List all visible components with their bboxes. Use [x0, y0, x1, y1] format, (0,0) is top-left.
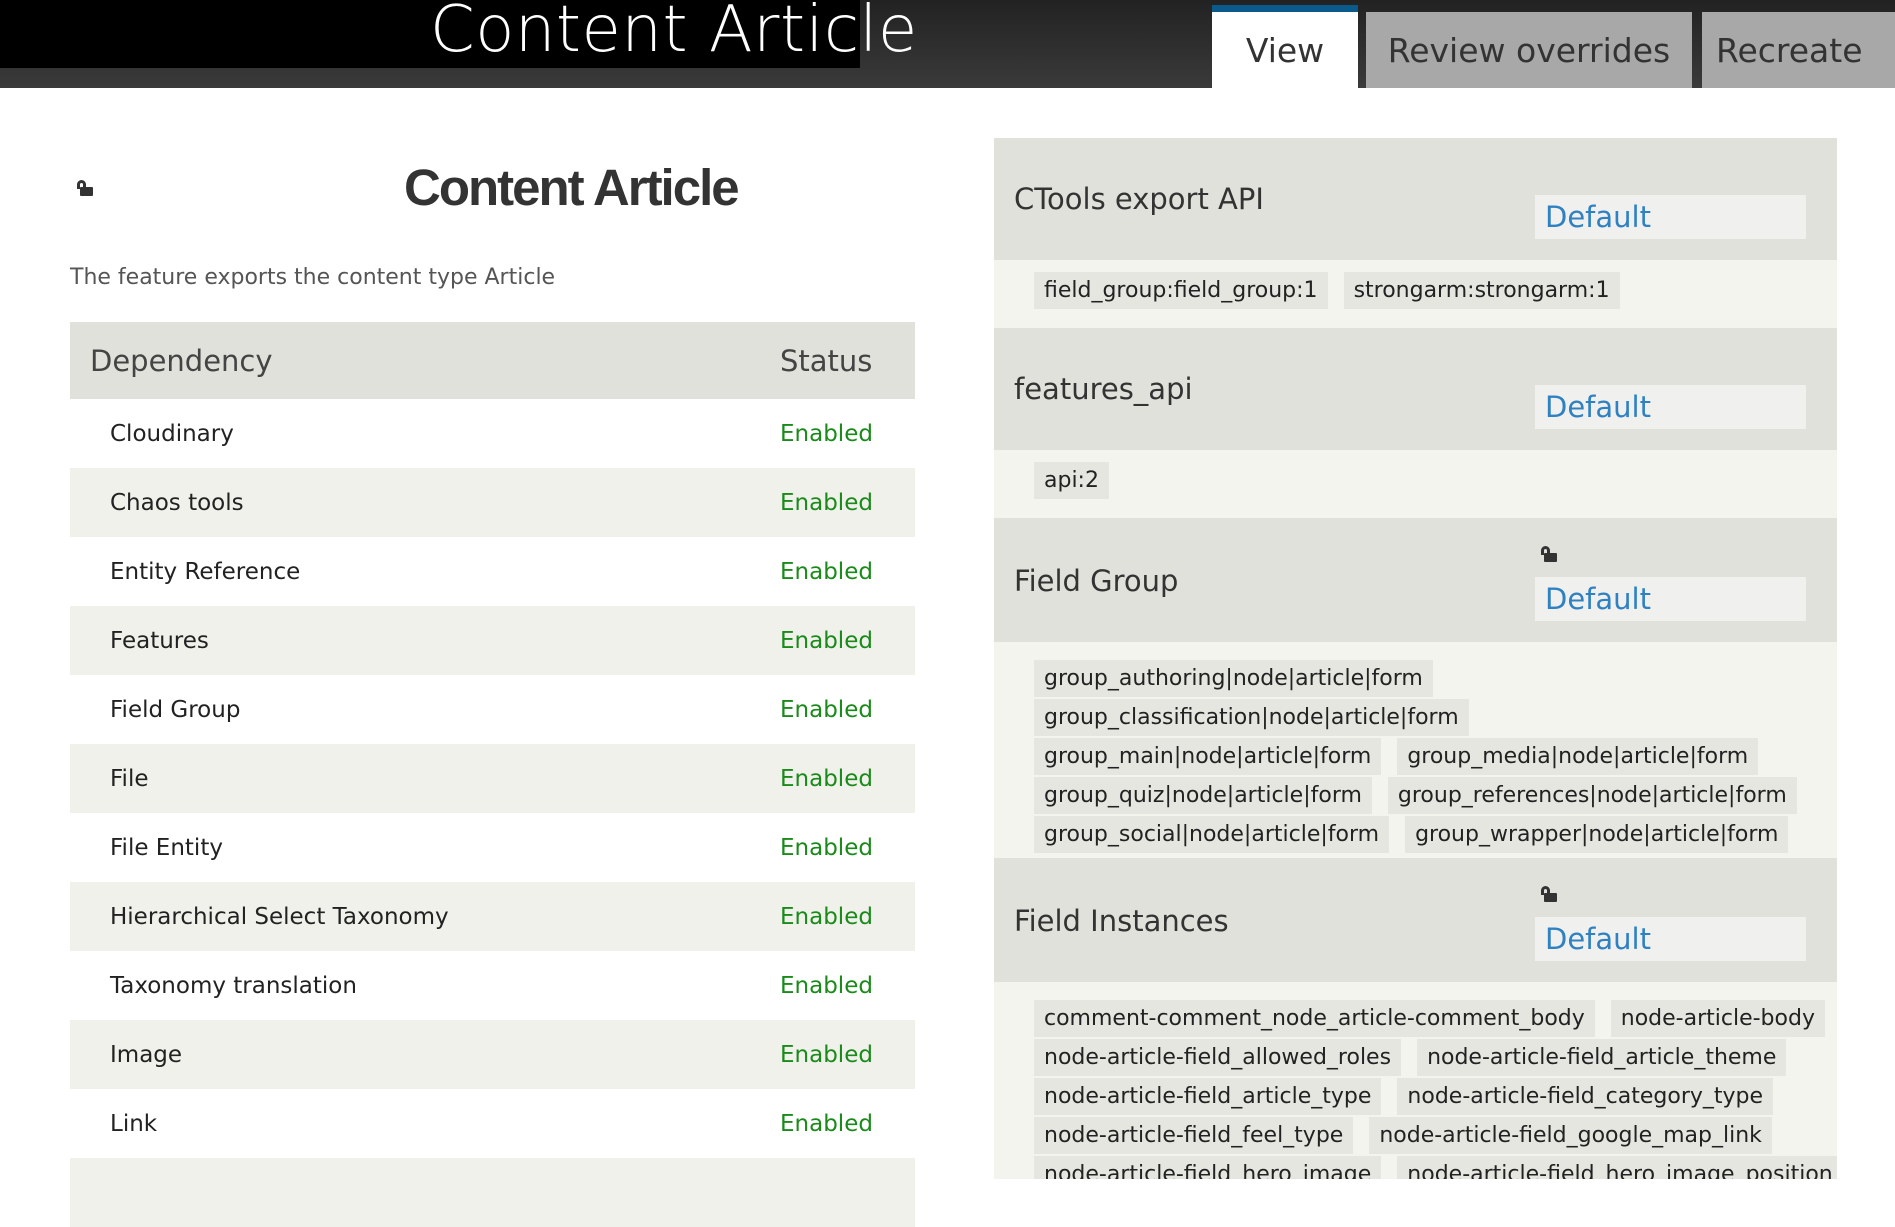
component-items-ctools: field_group:field_group:1 strongarm:stron… — [994, 260, 1837, 328]
component-status-select[interactable]: Default — [1535, 577, 1806, 621]
dependency-name: Taxonomy translation — [110, 972, 357, 999]
component-name: CTools export API — [1014, 182, 1264, 216]
component-item: group_main|node|article|form — [1034, 738, 1382, 775]
table-row: Cloudinary Enabled — [70, 399, 915, 468]
component-status-select[interactable]: Default — [1535, 917, 1806, 961]
table-row: File Entity Enabled — [70, 813, 915, 882]
dependency-table: Dependency Status Cloudinary Enabled Chao… — [70, 322, 915, 1227]
component-header-ctools: CTools export API Default — [994, 138, 1837, 260]
table-row: File Enabled — [70, 744, 915, 813]
table-row — [70, 1158, 915, 1227]
component-item: node-article-field_hero_image — [1034, 1156, 1382, 1179]
dependency-name: File — [70, 744, 780, 813]
tab-review-overrides[interactable]: Review overrides — [1366, 12, 1692, 88]
component-header-features-api: features_api Default — [994, 328, 1837, 450]
component-header-field-group: Field Group Default — [994, 518, 1837, 642]
component-name: Field Instances — [1014, 904, 1229, 938]
dependency-status: Enabled — [780, 696, 873, 723]
dependency-name: Entity Reference — [110, 558, 301, 585]
component-item: node-article-field_google_map_link — [1369, 1117, 1772, 1154]
dependency-name: Image — [70, 1020, 780, 1089]
component-item: strongarm:strongarm:1 — [1343, 272, 1620, 309]
dependency-status: Enabled — [780, 420, 873, 447]
dependency-status: Enabled — [780, 972, 873, 999]
dependency-name: Features — [70, 606, 780, 675]
dependency-name: File Entity — [110, 834, 223, 861]
lock-icon[interactable] — [77, 180, 95, 196]
component-status-select[interactable]: Default — [1535, 385, 1806, 429]
component-name: Field Group — [1014, 564, 1179, 598]
table-row: Field Group Enabled — [70, 675, 915, 744]
component-item: node-article-field_category_type — [1397, 1078, 1774, 1115]
component-item: node-article-field_article_type — [1034, 1078, 1382, 1115]
component-item: node-article-field_feel_type — [1034, 1117, 1354, 1154]
component-item: api:2 — [1034, 462, 1109, 499]
dependency-name: Cloudinary — [110, 420, 234, 447]
lock-icon[interactable] — [1541, 546, 1559, 562]
dependency-name: Hierarchical Select Taxonomy — [70, 882, 780, 951]
site-title: Content Article — [430, 0, 918, 67]
dependency-name: Link — [110, 1110, 158, 1137]
component-item: field_group:field_group:1 — [1034, 272, 1328, 309]
component-name: features_api — [1014, 372, 1193, 406]
table-row: Image Enabled — [70, 1020, 915, 1089]
component-item: node-article-field_allowed_roles — [1034, 1039, 1402, 1076]
component-status-select[interactable]: Default — [1535, 195, 1806, 239]
dependency-status: Enabled — [780, 834, 873, 861]
component-items-features-api: api:2 — [994, 450, 1837, 518]
component-items-field-instances: comment-comment_node_article-comment_bod… — [994, 982, 1837, 1179]
component-items-field-group: group_authoring|node|article|form group_… — [994, 642, 1837, 858]
page-title: Content Article — [404, 159, 740, 216]
component-header-field-instances: Field Instances Default — [994, 858, 1837, 982]
table-row: Chaos tools Enabled — [70, 468, 915, 537]
component-item: group_media|node|article|form — [1397, 738, 1759, 775]
component-item: group_references|node|article|form — [1387, 777, 1797, 814]
dependency-status: Enabled — [780, 882, 915, 951]
table-row: Entity Reference Enabled — [70, 537, 915, 606]
table-row: Taxonomy translation Enabled — [70, 951, 915, 1020]
top-bar: Content Article View Review overrides Re… — [0, 0, 1895, 88]
dependency-status: Enabled — [780, 1110, 873, 1137]
column-header-status: Status — [780, 322, 915, 399]
dependency-status: Enabled — [780, 744, 915, 813]
table-row: Link Enabled — [70, 1089, 915, 1158]
component-item: comment-comment_node_article-comment_bod… — [1034, 1000, 1595, 1037]
tab-view[interactable]: View — [1212, 5, 1358, 88]
table-row: Features Enabled — [70, 606, 915, 675]
tab-recreate[interactable]: Recreate — [1702, 12, 1895, 88]
component-item: node-article-body — [1610, 1000, 1825, 1037]
dependency-name: Chaos tools — [70, 468, 780, 537]
column-header-dependency: Dependency — [70, 322, 780, 399]
lock-icon[interactable] — [1541, 886, 1559, 902]
dependency-status: Enabled — [780, 606, 915, 675]
dependency-name: Field Group — [110, 696, 241, 723]
component-item: group_social|node|article|form — [1034, 816, 1390, 853]
table-row: Hierarchical Select Taxonomy Enabled — [70, 882, 915, 951]
dependency-status: Enabled — [780, 1020, 915, 1089]
dependency-status: Enabled — [780, 468, 915, 537]
component-item: node-article-field_article_theme — [1417, 1039, 1787, 1076]
component-item: node-article-field_hero_image_position — [1397, 1156, 1837, 1179]
dependency-status: Enabled — [780, 558, 873, 585]
component-item: group_wrapper|node|article|form — [1405, 816, 1789, 853]
component-item: group_classification|node|article|form — [1034, 699, 1469, 736]
component-item: group_authoring|node|article|form — [1034, 660, 1433, 697]
feature-description: The feature exports the content type Art… — [70, 265, 556, 290]
components-panel: CTools export API Default field_group:fi… — [994, 138, 1837, 1179]
component-item: group_quiz|node|article|form — [1034, 777, 1372, 814]
